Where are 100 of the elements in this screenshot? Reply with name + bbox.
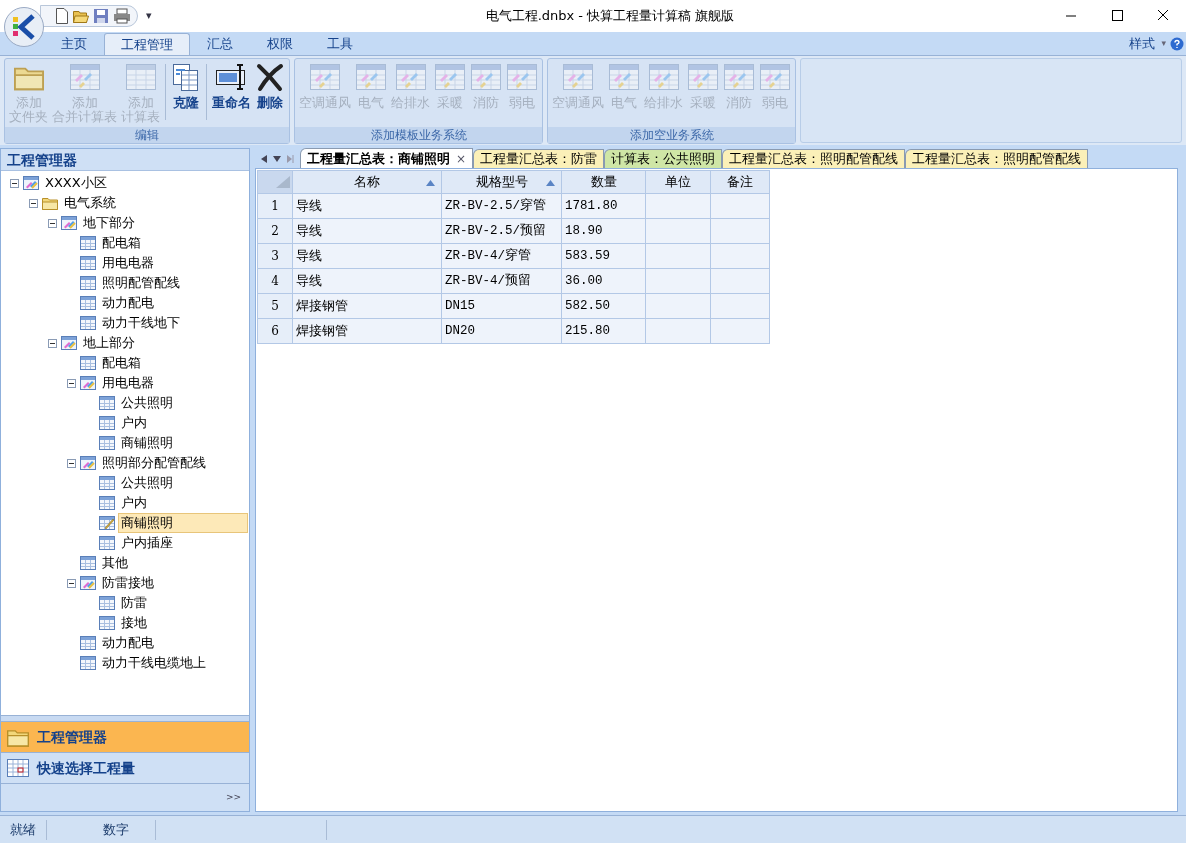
row-number: 1: [257, 193, 293, 219]
table-cell: 导线: [292, 193, 442, 219]
table-icon: [99, 535, 115, 551]
tab-list-icon[interactable]: [273, 156, 281, 162]
collapse-icon[interactable]: [66, 378, 76, 388]
column-header[interactable]: 数量: [561, 170, 646, 194]
tree-item[interactable]: 其他: [99, 553, 131, 573]
tree-item[interactable]: 照明配管配线: [99, 273, 183, 293]
collapse-icon[interactable]: [9, 178, 19, 188]
table-icon: [99, 415, 115, 431]
save-icon[interactable]: [93, 8, 109, 24]
close-tab-button[interactable]: ×: [456, 149, 467, 168]
more-button[interactable]: >>: [225, 790, 241, 805]
menu-tab[interactable]: 汇总: [190, 33, 250, 55]
quick-access-more[interactable]: ▾: [146, 7, 152, 25]
menu-tab[interactable]: 工程管理: [104, 33, 190, 55]
document-tab[interactable]: 工程量汇总表：照明配管配线: [722, 149, 906, 168]
menu-tab[interactable]: 主页: [44, 33, 104, 55]
table-icon: [80, 255, 96, 271]
nav-item[interactable]: 快速选择工程量: [1, 752, 249, 783]
collapse-icon[interactable]: [66, 458, 76, 468]
tree-item[interactable]: 防雷接地: [99, 573, 157, 593]
table-cell: ZR-BV-2.5/预留: [441, 218, 562, 244]
scroll-left-icon[interactable]: [261, 155, 267, 163]
ribbon-group-label: 添加模板业务系统: [295, 127, 542, 143]
document-tab[interactable]: 工程量汇总表：商铺照明 ×: [300, 148, 474, 168]
tree-item[interactable]: 照明部分配管配线: [99, 453, 209, 473]
tree-item[interactable]: 用电电器: [99, 373, 157, 393]
tree-item[interactable]: 动力干线地下: [99, 313, 183, 333]
table-icon: [99, 615, 115, 631]
tree-item[interactable]: 户内插座: [118, 533, 176, 553]
table-cell: 导线: [292, 218, 442, 244]
column-header[interactable]: 单位: [645, 170, 711, 194]
print-icon[interactable]: [113, 8, 131, 24]
window-title: 电气工程.dnbx - 快算工程量计算稿 旗舰版: [484, 7, 736, 26]
row-number: 2: [257, 218, 293, 244]
table-cell: 导线: [292, 268, 442, 294]
style-menu[interactable]: 样式 ▾: [1129, 33, 1166, 54]
tree-item[interactable]: 商铺照明: [118, 433, 176, 453]
collapse-icon[interactable]: [47, 218, 57, 228]
delete-icon: [255, 62, 285, 92]
table-cell: 焊接钢管: [292, 293, 442, 319]
logo-icon: [11, 14, 37, 40]
table-cell: DN20: [441, 318, 562, 344]
table-cell: 焊接钢管: [292, 318, 442, 344]
document-tab[interactable]: 工程量汇总表：防雷: [473, 149, 605, 168]
table-cell: 1781.80: [561, 193, 646, 219]
table-cell: ZR-BV-4/预留: [441, 268, 562, 294]
ribbon-button[interactable]: 删除: [253, 62, 287, 110]
ribbon-button[interactable]: 重命名: [210, 62, 253, 110]
table-pencil-icon: [647, 62, 680, 92]
table-cell: DN15: [441, 293, 562, 319]
tree-item[interactable]: 公共照明: [118, 393, 176, 413]
tree-item[interactable]: 用电电器: [99, 253, 157, 273]
table-icon: [80, 235, 96, 251]
tree-item[interactable]: 接地: [118, 613, 150, 633]
document-tab[interactable]: 计算表：公共照明: [604, 149, 723, 168]
new-file-icon[interactable]: [55, 8, 69, 24]
column-header[interactable]: 规格型号: [441, 170, 562, 194]
table-pencil-icon: [687, 62, 719, 92]
tree-item[interactable]: 配电箱: [99, 233, 144, 253]
open-folder-icon[interactable]: [73, 8, 89, 24]
collapse-icon[interactable]: [47, 338, 57, 348]
tree-item[interactable]: 商铺照明: [118, 513, 248, 533]
column-header[interactable]: 备注: [710, 170, 770, 194]
ribbon-button[interactable]: 克隆: [169, 62, 203, 110]
help-icon[interactable]: [1170, 36, 1184, 51]
tree-item[interactable]: 动力配电: [99, 633, 157, 653]
table-cell: 导线: [292, 243, 442, 269]
tree-item[interactable]: 动力干线电缆地上: [99, 653, 209, 673]
tree-item[interactable]: 户内: [118, 413, 150, 433]
project-icon: [23, 175, 39, 191]
tree-item[interactable]: 公共照明: [118, 473, 176, 493]
collapse-icon[interactable]: [28, 198, 38, 208]
tree-item[interactable]: 配电箱: [99, 353, 144, 373]
copy-table-icon: [171, 62, 201, 92]
table-cell: 582.50: [561, 293, 646, 319]
table-icon: [99, 475, 115, 491]
table-pencil-icon: [470, 62, 502, 92]
tree-item[interactable]: 动力配电: [99, 293, 157, 313]
collapse-icon[interactable]: [66, 578, 76, 588]
tree-item[interactable]: 电气系统: [61, 193, 119, 213]
table-pencil-icon: [309, 62, 341, 92]
tree-item[interactable]: XXXX小区: [42, 173, 110, 193]
table-pencil-icon: [80, 455, 96, 471]
table-icon: [99, 495, 115, 511]
table-icon: [124, 62, 157, 92]
nav-item[interactable]: 工程管理器: [1, 721, 249, 752]
menu-tab[interactable]: 权限: [250, 33, 310, 55]
table-cell: 18.90: [561, 218, 646, 244]
tree-item[interactable]: 防雷: [118, 593, 150, 613]
document-tab[interactable]: 工程量汇总表：照明配管配线: [905, 149, 1089, 168]
select-all-cell[interactable]: [257, 170, 293, 194]
tree-item[interactable]: 户内: [118, 493, 150, 513]
menu-tab[interactable]: 工具: [310, 33, 370, 55]
table-icon: [80, 655, 96, 671]
tree-item[interactable]: 地下部分: [80, 213, 138, 233]
table-pencil-icon: [80, 575, 96, 591]
tree-item[interactable]: 地上部分: [80, 333, 138, 353]
column-header[interactable]: 名称: [292, 170, 442, 194]
